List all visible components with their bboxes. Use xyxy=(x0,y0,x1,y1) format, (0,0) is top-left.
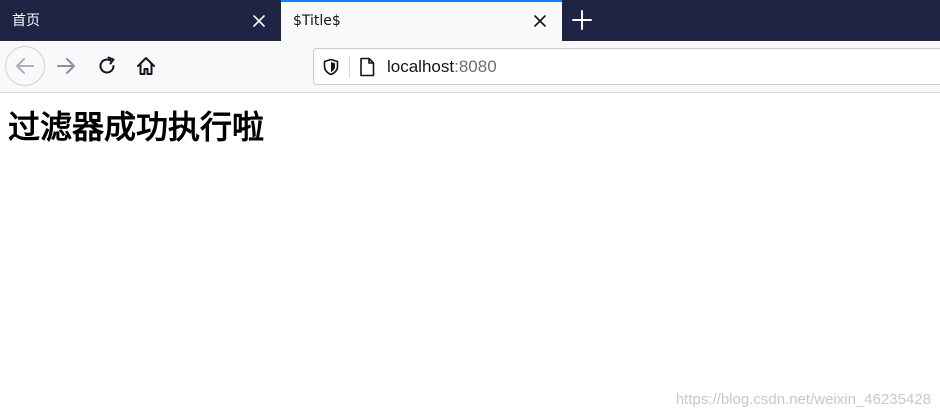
url-port: :8080 xyxy=(454,57,497,76)
home-icon xyxy=(137,57,155,75)
reload-button[interactable] xyxy=(87,46,127,86)
shield-icon[interactable] xyxy=(322,58,340,76)
back-button[interactable] xyxy=(5,46,45,86)
tab-home[interactable]: 首页 xyxy=(0,0,281,41)
tab-title[interactable]: $Title$ xyxy=(281,0,562,41)
urlbar-separator xyxy=(349,56,350,78)
plus-icon[interactable] xyxy=(570,8,594,32)
forward-button[interactable] xyxy=(46,46,86,86)
arrow-right-icon xyxy=(57,58,75,74)
home-button[interactable] xyxy=(126,46,166,86)
tab-strip: 首页 $Title$ xyxy=(0,0,940,41)
page-content: 过滤器成功执行啦 https://blog.csdn.net/weixin_46… xyxy=(0,94,940,417)
watermark: https://blog.csdn.net/weixin_46235428 xyxy=(675,391,931,408)
navigation-toolbar: localhost:8080 xyxy=(0,41,940,93)
close-icon[interactable] xyxy=(532,13,548,29)
tab-label: 首页 xyxy=(12,13,40,29)
close-icon[interactable] xyxy=(251,13,267,29)
url-host: localhost xyxy=(387,57,455,76)
page-heading: 过滤器成功执行啦 xyxy=(8,108,265,146)
page-icon[interactable] xyxy=(358,57,376,77)
address-bar[interactable]: localhost:8080 xyxy=(313,48,940,85)
url-text[interactable]: localhost:8080 xyxy=(387,57,497,77)
arrow-left-icon xyxy=(16,58,34,74)
tab-label: $Title$ xyxy=(293,13,341,29)
reload-icon xyxy=(99,56,115,74)
